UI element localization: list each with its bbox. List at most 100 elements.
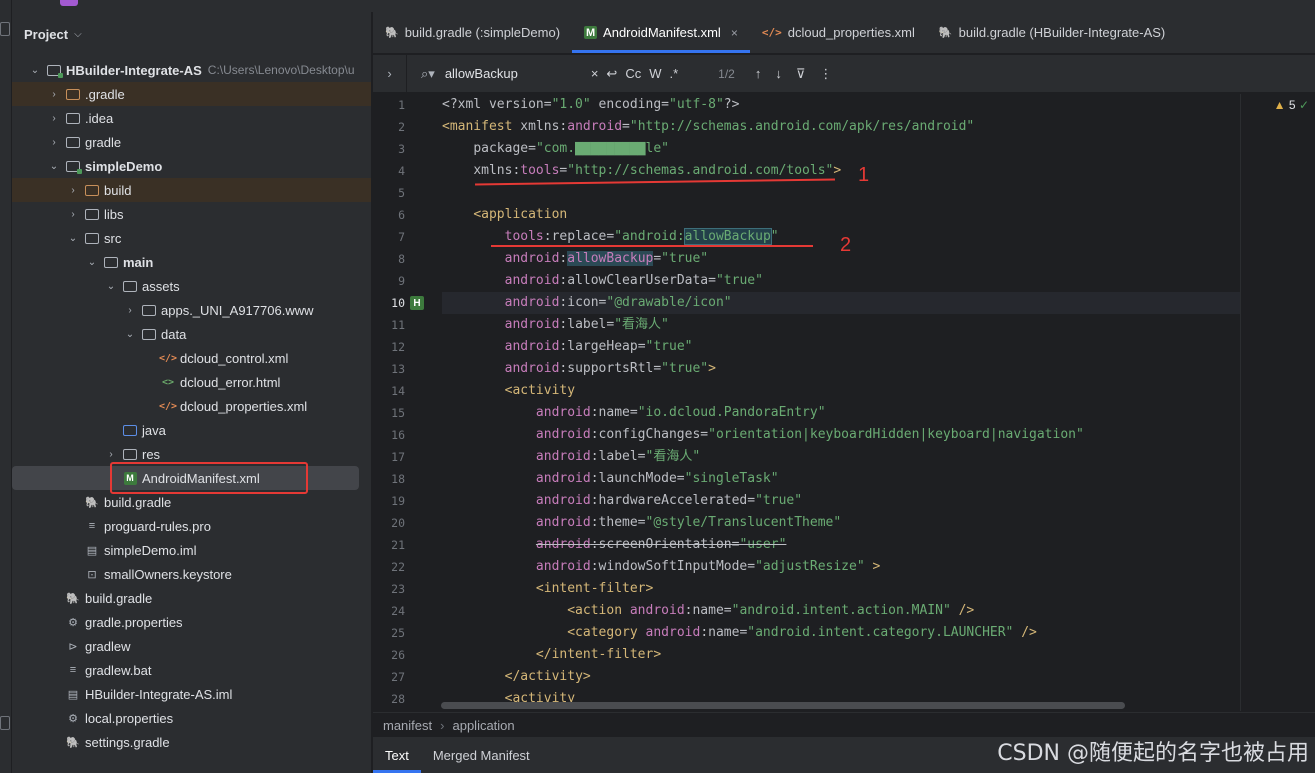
filter-icon[interactable]: ⊽	[796, 66, 806, 82]
breadcrumb-item-application[interactable]: application	[452, 718, 514, 733]
tree-item[interactable]: ⊳ gradlew	[12, 634, 371, 658]
tree-item[interactable]: java	[12, 418, 371, 442]
code-line[interactable]: </activity>	[442, 666, 591, 688]
tree-item[interactable]: ▤ simpleDemo.iml	[12, 538, 371, 562]
code-line[interactable]: <application	[442, 204, 567, 226]
terminal-tool-icon[interactable]	[0, 716, 10, 730]
code-line[interactable]: android:launchMode="singleTask"	[442, 468, 779, 490]
chevron-right-icon[interactable]: ›	[47, 113, 61, 124]
code-line[interactable]: android:configChanges="orientation|keybo…	[442, 424, 1084, 446]
tree-item[interactable]: ≡ gradlew.bat	[12, 658, 371, 682]
tree-item[interactable]: ▤ HBuilder-Integrate-AS.iml	[12, 682, 371, 706]
chevron-down-icon[interactable]: ⌄	[123, 329, 137, 340]
chevron-down-icon[interactable]: ⌄	[66, 233, 80, 244]
code-line[interactable]: <action android:name="android.intent.act…	[442, 600, 974, 622]
code-line[interactable]: <manifest xmlns:android="http://schemas.…	[442, 116, 974, 138]
tree-item[interactable]: ⌄ simpleDemo	[12, 154, 371, 178]
chevron-down-icon[interactable]: ⌄	[104, 281, 118, 292]
tree-item[interactable]: › gradle	[12, 130, 371, 154]
next-match-icon[interactable]: ↓	[775, 66, 782, 81]
code-line[interactable]: <intent-filter>	[442, 578, 653, 600]
tree-item[interactable]: › libs	[12, 202, 371, 226]
tree-item[interactable]: ⚙ gradle.properties	[12, 610, 371, 634]
code-line[interactable]: <category android:name="android.intent.c…	[442, 622, 1037, 644]
match-case-toggle[interactable]: Cc	[625, 66, 641, 81]
code-line[interactable]: package="com.▇▇▇▇▇▇▇▇▇le"	[442, 138, 669, 160]
chevron-right-icon[interactable]: ›	[123, 305, 137, 316]
code-line[interactable]: android:allowClearUserData="true"	[442, 270, 763, 292]
search-input[interactable]: allowBackup	[445, 66, 583, 81]
chevron-right-icon[interactable]: ›	[66, 185, 80, 196]
tree-item[interactable]: <> dcloud_error.html	[12, 370, 371, 394]
chevron-right-icon[interactable]: ›	[66, 209, 80, 220]
folder-icon	[66, 112, 80, 124]
chevron-down-icon[interactable]: ⌵	[74, 29, 82, 40]
editor-tab[interactable]: 🐘 build.gradle (HBuilder-Integrate-AS)	[927, 12, 1177, 53]
code-editor[interactable]: 1 2 3 4 5 6 7 8 9 10 H 11 12 13 14 15 16 17 18 19 20 21 22 23 24…	[373, 94, 1315, 711]
tree-item[interactable]: ⌄ assets	[12, 274, 371, 298]
tab-label: Merged Manifest	[432, 747, 530, 763]
chevron-right-icon[interactable]: ›	[47, 89, 61, 100]
chevron-down-icon[interactable]: ⌄	[47, 161, 61, 172]
tree-item[interactable]: </> dcloud_properties.xml	[12, 394, 371, 418]
code-line[interactable]: android:supportsRtl="true">	[442, 358, 716, 380]
tree-item[interactable]: 🐘 build.gradle	[12, 586, 371, 610]
inspection-widget[interactable]: ▲ 5 ✓	[1274, 98, 1309, 112]
chevron-right-icon[interactable]: ›	[104, 449, 118, 460]
editor-mode-tab[interactable]: Merged Manifest	[421, 737, 542, 773]
tree-item[interactable]: ⌄ src	[12, 226, 371, 250]
close-icon[interactable]: ×	[731, 26, 738, 40]
code-line[interactable]: android:windowSoftInputMode="adjustResiz…	[442, 556, 880, 578]
code-line[interactable]: <activity	[442, 380, 575, 402]
tree-item[interactable]: ≡ proguard-rules.pro	[12, 514, 371, 538]
code-line[interactable]: android:name="io.dcloud.PandoraEntry"	[442, 402, 826, 424]
annotation-number-2: 2	[840, 234, 852, 256]
tree-item[interactable]: ⌄ data	[12, 322, 371, 346]
breadcrumb-item-manifest[interactable]: manifest	[383, 718, 432, 733]
regex-toggle[interactable]: .*	[669, 66, 678, 81]
code-line[interactable]: </intent-filter>	[442, 644, 661, 666]
horizontal-scrollbar[interactable]	[441, 702, 1125, 709]
tree-item[interactable]: › .gradle	[12, 82, 371, 106]
gradle-icon: 🐘	[385, 27, 399, 39]
whole-word-toggle[interactable]: W	[649, 66, 661, 81]
tree-item[interactable]: ⚙ local.properties	[12, 706, 371, 730]
chevron-down-icon[interactable]: ⌄	[85, 257, 99, 268]
tree-item[interactable]: 🐘 settings.gradle	[12, 730, 371, 754]
code-line[interactable]: android:icon="@drawable/icon"	[442, 292, 1241, 314]
chevron-right-icon[interactable]: ›	[47, 137, 61, 148]
code-line[interactable]: android:hardwareAccelerated="true"	[442, 490, 802, 512]
tree-item[interactable]: › build	[12, 178, 371, 202]
tree-item[interactable]: › apps._UNI_A917706.www	[12, 298, 371, 322]
editor-mode-tab[interactable]: Text	[373, 737, 421, 773]
code-line[interactable]: android:label="看海人"	[442, 446, 700, 468]
project-tool-icon[interactable]	[0, 22, 10, 36]
tree-item[interactable]: ⌄ main	[12, 250, 371, 274]
tree-item[interactable]: </> dcloud_control.xml	[12, 346, 371, 370]
tree-item[interactable]: › .idea	[12, 106, 371, 130]
tree-item-label: build	[104, 182, 132, 198]
code-line[interactable]: android:label="看海人"	[442, 314, 669, 336]
expand-replace-icon[interactable]: ›	[373, 55, 407, 92]
search-icon[interactable]: ⌕▾	[421, 66, 435, 82]
more-options-icon[interactable]: ⋮	[819, 66, 832, 82]
gutter-preview-icon[interactable]: H	[410, 296, 424, 310]
line-number: 28	[391, 692, 405, 706]
chevron-down-icon[interactable]: ⌄	[28, 65, 42, 76]
new-line-icon[interactable]: ↩	[606, 66, 617, 82]
code-line[interactable]: <?xml version="1.0" encoding="utf-8"?>	[442, 94, 739, 116]
tree-item[interactable]: ⌄ HBuilder-Integrate-AS C:\Users\Lenovo\De…	[12, 58, 371, 82]
editor-tab[interactable]: M AndroidManifest.xml ×	[572, 12, 750, 53]
code-line[interactable]: android:allowBackup="true"	[442, 248, 708, 270]
code-area[interactable]: <?xml version="1.0" encoding="utf-8"?> <m…	[442, 94, 1241, 711]
clear-search-icon[interactable]: ×	[591, 66, 599, 81]
project-panel-header[interactable]: Project ⌵	[12, 12, 371, 56]
editor-tab[interactable]: 🐘 build.gradle (:simpleDemo)	[373, 12, 572, 53]
code-line[interactable]: android:largeHeap="true"	[442, 336, 693, 358]
editor-tab[interactable]: </> dcloud_properties.xml	[750, 12, 927, 53]
tree-item-label: main	[123, 254, 154, 270]
code-line[interactable]: android:screenOrientation="user"	[442, 534, 786, 556]
code-line[interactable]: android:theme="@style/TranslucentTheme"	[442, 512, 841, 534]
tree-item[interactable]: ⊡ smallOwners.keystore	[12, 562, 371, 586]
previous-match-icon[interactable]: ↑	[755, 66, 762, 81]
